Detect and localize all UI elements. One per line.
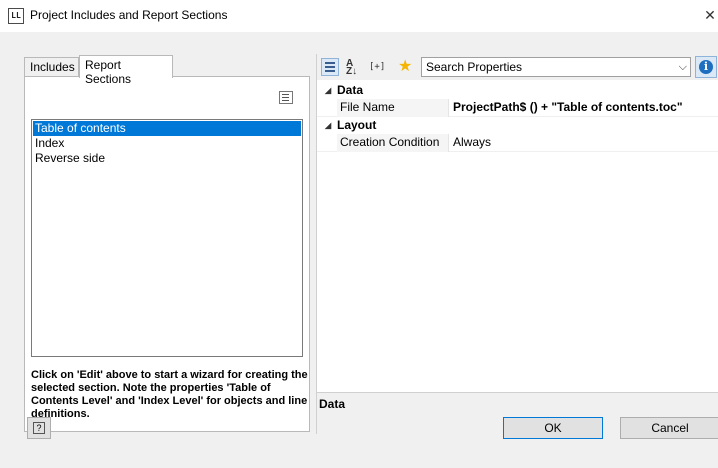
category-label: Data (337, 83, 364, 97)
list-item[interactable]: Reverse side (33, 151, 301, 166)
category-label: Layout (337, 118, 377, 132)
property-value[interactable]: ProjectPath$ () + "Table of contents.toc… (450, 99, 718, 117)
collapse-icon[interactable]: ◢ (325, 82, 331, 99)
ok-button[interactable]: OK (503, 417, 603, 439)
help-description: Click on 'Edit' above to start a wizard … (31, 369, 308, 420)
property-row-creation-condition[interactable]: Creation Condition Always (317, 134, 718, 152)
cancel-button[interactable]: Cancel (620, 417, 718, 439)
tab-includes[interactable]: Includes (24, 57, 79, 77)
property-row-file-name[interactable]: File Name ProjectPath$ () + "Table of co… (317, 99, 718, 117)
collapse-icon[interactable]: ◢ (325, 117, 331, 134)
tab-report-sections[interactable]: Report Sections (79, 55, 173, 86)
property-pane: A Z↓ [+] ★ ⌵ i ◢ Data File Name ProjectP… (316, 54, 718, 454)
property-toolbar: A Z↓ [+] ★ ⌵ i (317, 54, 718, 80)
property-grid: ◢ Data File Name ProjectPath$ () + "Tabl… (317, 82, 718, 152)
categorized-view-icon[interactable] (321, 58, 339, 76)
category-layout[interactable]: ◢ Layout (317, 117, 718, 134)
star-icon[interactable]: ★ (398, 58, 416, 76)
property-name: Creation Condition (337, 134, 449, 152)
title-bar: LL Project Includes and Report Sections … (0, 0, 718, 32)
info-icon: i (699, 60, 713, 74)
search-input[interactable] (422, 58, 672, 76)
info-button[interactable]: i (695, 56, 717, 78)
list-item[interactable]: Index (33, 136, 301, 151)
description-title: Data (319, 397, 346, 411)
sort-label-bottom: Z↓ (346, 66, 358, 77)
category-data[interactable]: ◢ Data (317, 82, 718, 99)
list-item[interactable]: Table of contents (33, 121, 301, 136)
dialog-client-area: Includes Report Sections Table of conten… (0, 32, 718, 468)
help-icon: ? (33, 422, 45, 434)
property-value[interactable]: Always (450, 134, 718, 152)
report-sections-panel: Table of contents Index Reverse side Cli… (24, 76, 310, 432)
window-title: Project Includes and Report Sections (30, 8, 228, 22)
app-logo-icon: LL (8, 8, 24, 24)
sections-listbox[interactable]: Table of contents Index Reverse side (31, 119, 303, 357)
search-combobox[interactable]: ⌵ (421, 57, 691, 77)
expand-all-icon[interactable]: [+] (369, 58, 391, 76)
help-button[interactable]: ? (27, 417, 51, 439)
edit-list-icon[interactable] (279, 91, 293, 104)
chevron-down-icon[interactable]: ⌵ (679, 60, 687, 74)
close-icon[interactable]: ✕ (702, 6, 718, 24)
sort-az-icon[interactable]: A Z↓ (344, 58, 362, 77)
property-name: File Name (337, 99, 449, 117)
